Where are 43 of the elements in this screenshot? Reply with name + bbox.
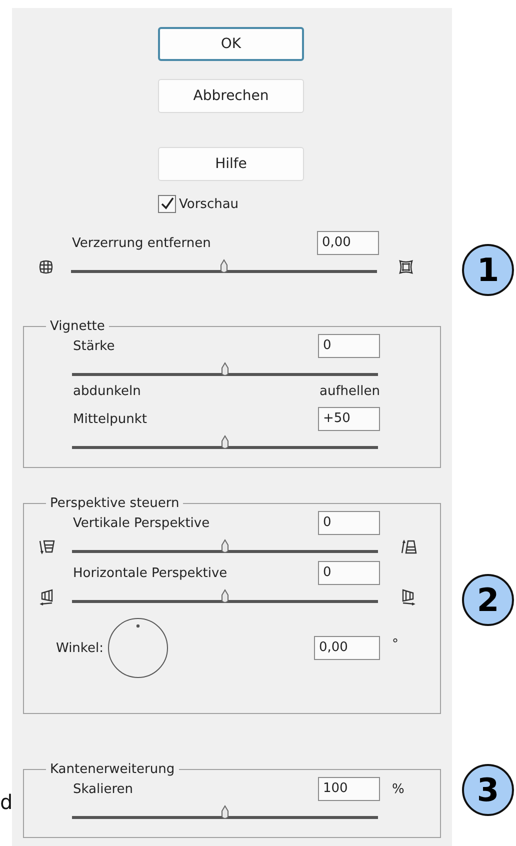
slider-thumb[interactable] [220,362,230,378]
angle-label: Winkel: [56,640,104,656]
callout-number: 2 [462,574,514,626]
range-label: abdunkeln [72,384,141,399]
checkbox[interactable] [158,195,176,213]
slider-thumb[interactable] [220,805,230,821]
callout-number: 3 [462,764,514,816]
trapezoid-arrow-icon [39,588,55,606]
slider-thumb[interactable] [220,539,230,555]
barrel-grid-icon [39,260,53,274]
slider-label: Horizontale Perspektive [72,566,228,580]
pincushion-grid-icon [399,260,413,274]
slider-label: Stärke [72,338,115,354]
value-field[interactable]: 0 [318,561,380,585]
range-label: aufhellen [320,384,380,399]
slider-thumb[interactable] [219,259,229,275]
dialog-button[interactable]: Abbrechen [158,79,304,113]
trapezoid-arrow-icon [400,539,418,555]
unit-label: ° [391,636,400,652]
slider-label: Verzerrung entfernen [71,236,211,250]
value-field[interactable]: +50 [318,407,380,431]
slider-label: Vertikale Perspektive [72,516,210,530]
value-field[interactable]: 0 [318,334,380,358]
checkbox-label: Vorschau [179,196,239,212]
slider-label: Skalieren [72,782,134,796]
angle-dial[interactable] [107,617,170,679]
trapezoid-arrow-icon [38,539,56,555]
group-title: Vignette [49,319,106,334]
trapezoid-arrow-icon [400,588,416,606]
group-title: Perspektive steuern [49,496,180,511]
value-field[interactable]: 100 [318,777,380,801]
value-field[interactable]: 0 [318,511,380,535]
dialog-button[interactable]: Hilfe [158,147,304,181]
value-field[interactable]: 0,00 [314,636,380,660]
group-title: Kantenerweiterung [49,762,176,777]
callout-number: 1 [462,244,514,296]
slider-label: Mittelpunkt [72,412,147,426]
cut-off-text: d [0,790,13,814]
slider-thumb[interactable] [220,589,230,605]
value-field[interactable]: 0,00 [317,231,379,255]
unit-label: % [391,782,406,796]
dialog-button[interactable]: OK [158,27,304,61]
slider-thumb[interactable] [220,435,230,451]
